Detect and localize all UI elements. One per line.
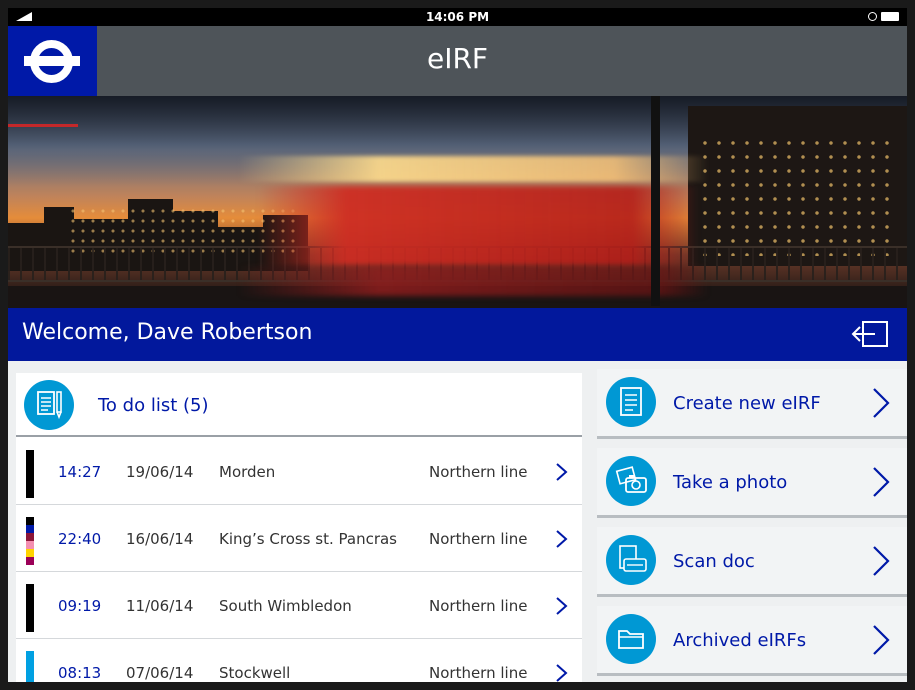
todo-row[interactable]: 22:40 16/06/14 King’s Cross st. Pancras … <box>16 506 582 572</box>
camera-icon <box>606 456 656 506</box>
take-photo-button[interactable]: Take a photo <box>597 448 907 518</box>
todo-date: 19/06/14 <box>126 463 194 481</box>
app-bar: eIRF <box>8 26 907 96</box>
action-label: Take a photo <box>673 472 788 493</box>
todo-station: South Wimbledon <box>219 597 352 615</box>
todo-row[interactable]: 08:13 07/06/14 Stockwell Northern line <box>16 640 582 682</box>
scan-doc-icon <box>606 535 656 585</box>
todo-station: King’s Cross st. Pancras <box>219 530 397 548</box>
action-label: Archived eIRFs <box>673 630 807 651</box>
archived-eirfs-button[interactable]: Archived eIRFs <box>597 606 907 676</box>
chevron-right-icon <box>873 625 890 655</box>
folder-icon <box>606 614 656 664</box>
status-time: 14:06 PM <box>425 10 490 24</box>
chevron-right-icon <box>556 597 568 615</box>
todo-date: 11/06/14 <box>126 597 194 615</box>
todo-station: Morden <box>219 463 276 481</box>
todo-time: 22:40 <box>58 530 102 548</box>
line-color-strip <box>26 517 34 565</box>
todo-date: 07/06/14 <box>126 664 194 682</box>
app-title: eIRF <box>426 42 489 75</box>
welcome-text: Welcome, Dave Robertson <box>22 320 313 345</box>
create-new-eirf-button[interactable]: Create new eIRF <box>597 369 907 439</box>
app-screen: eIRF Welcome, Dave Robertson To do list … <box>8 26 907 682</box>
todo-panel: To do list (5) 14:27 19/06/14 Morden Nor… <box>16 373 582 682</box>
battery-icon <box>881 12 899 21</box>
todo-row[interactable]: 14:27 19/06/14 Morden Northern line <box>16 439 582 505</box>
document-icon <box>606 377 656 427</box>
todo-line: Northern line <box>429 463 528 481</box>
todo-line: Northern line <box>429 664 528 682</box>
line-color-strip <box>26 584 34 632</box>
todo-title: To do list (5) <box>98 395 209 416</box>
todo-header[interactable]: To do list (5) <box>16 373 582 437</box>
todo-time: 14:27 <box>58 463 102 481</box>
todo-time: 09:19 <box>58 597 102 615</box>
todo-row[interactable]: 09:19 11/06/14 South Wimbledon Northern … <box>16 573 582 639</box>
todo-line: Northern line <box>429 597 528 615</box>
chevron-right-icon <box>556 463 568 481</box>
line-color-strip <box>26 651 34 682</box>
action-label: Create new eIRF <box>673 393 821 414</box>
todo-time: 08:13 <box>58 664 102 682</box>
chevron-right-icon <box>556 530 568 548</box>
checklist-icon <box>24 380 74 430</box>
todo-date: 16/06/14 <box>126 530 194 548</box>
welcome-bar: Welcome, Dave Robertson <box>8 308 907 361</box>
logout-icon[interactable] <box>851 320 889 348</box>
chevron-right-icon <box>873 546 890 576</box>
scan-doc-button[interactable]: Scan doc <box>597 527 907 597</box>
chevron-right-icon <box>556 664 568 682</box>
status-bar: 14:06 PM <box>8 8 907 26</box>
action-label: Scan doc <box>673 551 755 572</box>
chevron-right-icon <box>873 388 890 418</box>
todo-station: Stockwell <box>219 664 291 682</box>
alarm-icon <box>868 12 877 21</box>
chevron-right-icon <box>873 467 890 497</box>
line-color-strip <box>26 450 34 498</box>
todo-line: Northern line <box>429 530 528 548</box>
